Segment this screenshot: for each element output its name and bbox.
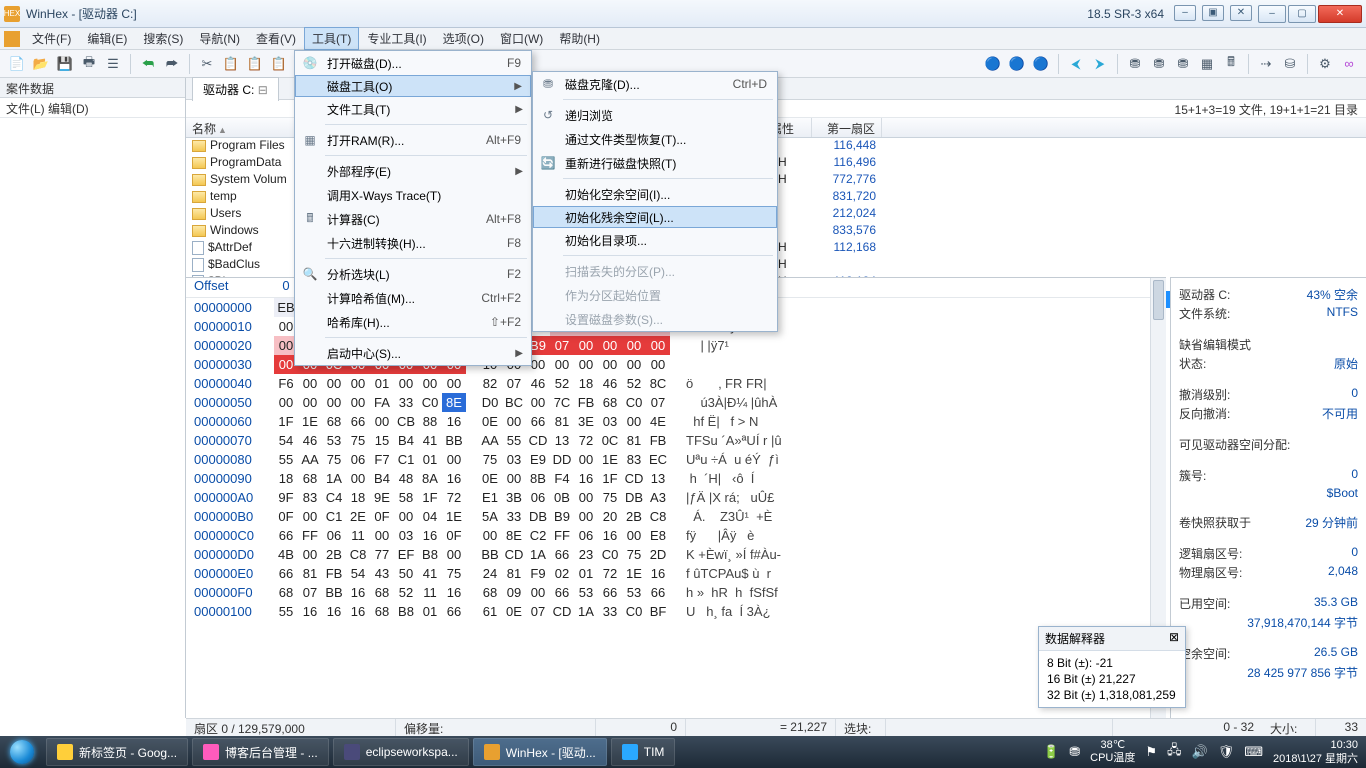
tb-props-icon[interactable]: ☰ bbox=[102, 53, 124, 75]
tb-vol-icon[interactable]: ⛁ bbox=[1279, 53, 1301, 75]
menu-选项(O)[interactable]: 选项(O) bbox=[435, 27, 492, 50]
menu-搜索(S)[interactable]: 搜索(S) bbox=[135, 27, 191, 50]
tb-find-icon[interactable]: 🔵 bbox=[982, 53, 1004, 75]
tb-save-icon[interactable]: 💾 bbox=[54, 53, 76, 75]
menu-item[interactable]: ⛃磁盘克隆(D)...Ctrl+D bbox=[533, 72, 777, 96]
menu-item[interactable]: 通过文件类型恢复(T)... bbox=[533, 127, 777, 151]
mdi-min-button[interactable]: – bbox=[1174, 5, 1196, 21]
system-tray[interactable]: 🔋 ⛃ 38℃CPU温度 ⚑ 🖧 🔊 🛡 ⌨ 10:302018\1\27 星期… bbox=[1035, 738, 1366, 766]
case-submenu[interactable]: 文件(L) 编辑(D) bbox=[0, 98, 185, 118]
tb-opt-icon[interactable]: ⚙ bbox=[1314, 53, 1336, 75]
mdi-restore-button[interactable]: ▣ bbox=[1202, 5, 1224, 21]
tray-shield-icon[interactable]: 🛡 bbox=[1218, 744, 1235, 760]
close-button[interactable]: ✕ bbox=[1318, 5, 1362, 23]
menu-文件(F)[interactable]: 文件(F) bbox=[24, 27, 79, 50]
menu-bar: 文件(F)编辑(E)搜索(S)导航(N)查看(V)工具(T)专业工具(I)选项(… bbox=[0, 28, 1366, 50]
tb-calc-icon[interactable]: 🖩 bbox=[1220, 53, 1242, 75]
menu-item[interactable]: 哈希库(H)...⇧+F2 bbox=[295, 310, 531, 334]
taskbar-item[interactable]: 博客后台管理 - ... bbox=[192, 738, 329, 766]
menu-item[interactable]: ▦打开RAM(R)...Alt+F9 bbox=[295, 128, 531, 152]
drive-tab-c[interactable]: 驱动器 C: ⊟ bbox=[192, 77, 279, 101]
minimize-button[interactable]: – bbox=[1258, 5, 1286, 23]
tray-clock[interactable]: 10:302018\1\27 星期六 bbox=[1273, 738, 1358, 766]
tb-findtext-icon[interactable]: 🔵 bbox=[1006, 53, 1028, 75]
taskbar-item[interactable]: TIM bbox=[611, 738, 676, 766]
properties-panel: 驱动器 C:43% 空余文件系统:NTFS缺省编辑模式状态:原始撤消级别:0反向… bbox=[1170, 277, 1366, 718]
menu-编辑(E)[interactable]: 编辑(E) bbox=[79, 27, 135, 50]
tb-fwd-icon[interactable]: ⮫ bbox=[161, 53, 183, 75]
tray-flag-icon[interactable]: ⚑ bbox=[1145, 744, 1157, 760]
mdi-close-button[interactable]: ✕ bbox=[1230, 5, 1252, 21]
tb-disk2-icon[interactable]: ⛃ bbox=[1148, 53, 1170, 75]
tb-disk1-icon[interactable]: ⛃ bbox=[1124, 53, 1146, 75]
case-panel: 案件数据 文件(L) 编辑(D) bbox=[0, 78, 186, 718]
menu-item[interactable]: 初始化残余空间(L)... bbox=[533, 206, 777, 228]
menu-item[interactable]: 🖩计算器(C)Alt+F8 bbox=[295, 207, 531, 231]
tray-input-icon[interactable]: ⌨ bbox=[1244, 744, 1263, 760]
menu-item[interactable]: 启动中心(S)...▶ bbox=[295, 341, 531, 365]
tray-net-icon[interactable]: 🖧 bbox=[1167, 741, 1182, 763]
menu-app-icon bbox=[4, 31, 20, 47]
menu-帮助(H)[interactable]: 帮助(H) bbox=[551, 27, 608, 50]
data-interpreter[interactable]: 数据解释器⊠ 8 Bit (±): -2116 Bit (±) 21,22732… bbox=[1038, 626, 1186, 708]
menu-工具(T)[interactable]: 工具(T) bbox=[304, 27, 359, 50]
tb-cut-icon[interactable]: ✂ bbox=[196, 53, 218, 75]
tb-back-icon[interactable]: ⮪ bbox=[137, 53, 159, 75]
tb-help-icon[interactable]: ∞ bbox=[1338, 53, 1360, 75]
hex-offset-header: Offset bbox=[186, 278, 274, 297]
data-interpreter-title: 数据解释器 bbox=[1045, 630, 1105, 647]
tb-copy-icon[interactable]: 📋 bbox=[220, 53, 242, 75]
start-button[interactable] bbox=[0, 736, 44, 768]
title-bar: HEX WinHex - [驱动器 C:] 18.5 SR-3 x64 – ▣ … bbox=[0, 0, 1366, 28]
tray-vol-icon[interactable]: 🔊 bbox=[1192, 744, 1208, 760]
menu-item[interactable]: 计算哈希值(M)...Ctrl+F2 bbox=[295, 286, 531, 310]
tb-open-icon[interactable]: 📄 bbox=[6, 53, 28, 75]
tb-pos-icon[interactable]: ⇢ bbox=[1255, 53, 1277, 75]
menu-item[interactable]: 十六进制转换(H)...F8 bbox=[295, 231, 531, 255]
menu-item: 作为分区起始位置 bbox=[533, 283, 777, 307]
taskbar-item[interactable]: eclipseworkspa... bbox=[333, 738, 469, 766]
menu-item[interactable]: 初始化目录项... bbox=[533, 228, 777, 252]
tools-menu[interactable]: 💿打开磁盘(D)...F9磁盘工具(O)▶文件工具(T)▶ ▦打开RAM(R)..… bbox=[294, 50, 532, 366]
tb-nav1-icon[interactable]: ⮜ bbox=[1065, 53, 1087, 75]
taskbar[interactable]: 新标签页 - Goog...博客后台管理 - ...eclipseworkspa… bbox=[0, 736, 1366, 768]
disk-tools-submenu[interactable]: ⛃磁盘克隆(D)...Ctrl+D ↺递归浏览通过文件类型恢复(T)...🔄重新进… bbox=[532, 71, 778, 332]
tray-drive-icon[interactable]: ⛃ bbox=[1069, 744, 1080, 760]
tb-disk3-icon[interactable]: ⛃ bbox=[1172, 53, 1194, 75]
case-header: 案件数据 bbox=[0, 78, 185, 98]
status-sector: 扇区 0 / 129,579,000 bbox=[186, 719, 396, 736]
taskbar-item[interactable]: WinHex - [驱动... bbox=[473, 738, 607, 766]
tb-paste-icon[interactable]: 📋 bbox=[268, 53, 290, 75]
menu-查看(V)[interactable]: 查看(V) bbox=[248, 27, 304, 50]
tb-copytext-icon[interactable]: 📋 bbox=[244, 53, 266, 75]
tray-battery-icon[interactable]: 🔋 bbox=[1043, 744, 1059, 760]
menu-item[interactable]: 调用X-Ways Trace(T) bbox=[295, 183, 531, 207]
menu-item[interactable]: 文件工具(T)▶ bbox=[295, 97, 531, 121]
tb-print-icon[interactable]: 🖶 bbox=[78, 53, 100, 75]
menu-item[interactable]: ↺递归浏览 bbox=[533, 103, 777, 127]
tb-nav2-icon[interactable]: ⮞ bbox=[1089, 53, 1111, 75]
menu-item: 设置磁盘参数(S)... bbox=[533, 307, 777, 331]
menu-item[interactable]: 磁盘工具(O)▶ bbox=[295, 75, 531, 97]
tb-ram-icon[interactable]: ▦ bbox=[1196, 53, 1218, 75]
tb-findhex-icon[interactable]: 🔵 bbox=[1030, 53, 1052, 75]
menu-item: 扫描丢失的分区(P)... bbox=[533, 259, 777, 283]
window-title: WinHex - [驱动器 C:] bbox=[26, 5, 137, 22]
app-icon: HEX bbox=[4, 6, 20, 22]
data-interpreter-close-icon[interactable]: ⊠ bbox=[1169, 630, 1179, 647]
menu-item[interactable]: 🔍分析选块(L)F2 bbox=[295, 262, 531, 286]
status-bar: 扇区 0 / 129,579,000 偏移量: 0 = 21,227 选块: 0… bbox=[186, 718, 1366, 736]
taskbar-item[interactable]: 新标签页 - Goog... bbox=[46, 738, 188, 766]
menu-item[interactable]: 外部程序(E)▶ bbox=[295, 159, 531, 183]
menu-item[interactable]: 初始化空余空间(I)... bbox=[533, 182, 777, 206]
menu-item[interactable]: 🔄重新进行磁盘快照(T) bbox=[533, 151, 777, 175]
maximize-button[interactable]: ▢ bbox=[1288, 5, 1316, 23]
menu-item[interactable]: 💿打开磁盘(D)...F9 bbox=[295, 51, 531, 75]
menu-导航(N)[interactable]: 导航(N) bbox=[191, 27, 248, 50]
menu-窗口(W)[interactable]: 窗口(W) bbox=[492, 27, 551, 50]
menu-专业工具(I)[interactable]: 专业工具(I) bbox=[359, 27, 434, 50]
tb-open2-icon[interactable]: 📂 bbox=[30, 53, 52, 75]
version-label: 18.5 SR-3 x64 bbox=[1087, 7, 1164, 21]
